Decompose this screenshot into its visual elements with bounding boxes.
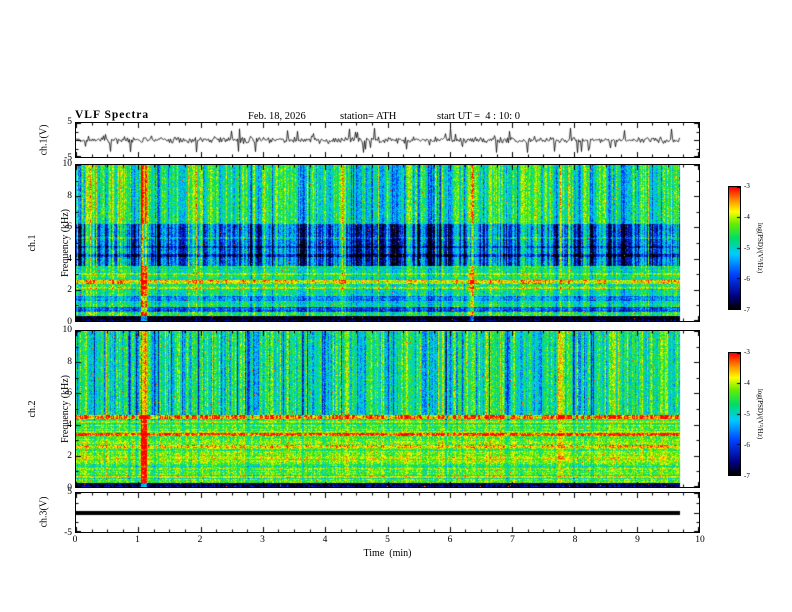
colorbar-tick-label: -7 <box>744 306 750 314</box>
colorbar-ch2-canvas <box>729 353 740 475</box>
y-tick-label: -5 <box>64 528 72 538</box>
colorbar-tick-label: -5 <box>744 244 750 252</box>
colorbar-tick-label: -7 <box>744 472 750 480</box>
colorbar-tick-label: -6 <box>744 275 750 283</box>
y-tick-label: 4 <box>67 419 72 430</box>
x-tick-label: 10 <box>695 535 705 545</box>
y-tick-label: 8 <box>67 190 72 201</box>
ch1-spec-ytick-labels: 10 8 6 4 2 0 <box>46 159 73 327</box>
ch1-waveform-panel <box>75 122 700 158</box>
ch1-waveform-canvas <box>76 123 699 157</box>
colorbar-ch2-label: log(PSD)/(V²/Hz) <box>756 388 764 440</box>
colorbar-tick-label: -4 <box>744 213 750 221</box>
figure-station: station= ATH <box>340 111 397 122</box>
ch2-spectrogram-panel <box>75 330 700 488</box>
ch2-spec-ytick-labels: 10 8 6 4 2 0 <box>46 325 73 493</box>
x-tick-label: 7 <box>510 535 515 545</box>
y-tick-label: 2 <box>67 451 72 462</box>
figure-start-ut: start UT = 4 : 10: 0 <box>437 111 521 122</box>
colorbar-tick-label: -3 <box>744 182 750 190</box>
figure-title: VLF Spectra <box>75 109 150 121</box>
x-tick-label: 0 <box>72 535 78 545</box>
x-tick-label: 6 <box>447 535 453 545</box>
colorbar-ch1-canvas <box>729 187 740 309</box>
y-tick-label: 6 <box>67 222 72 233</box>
x-tick-label: 5 <box>385 535 390 545</box>
ch3-wave-ytick-labels: 5 -5 <box>46 487 72 538</box>
ch2-axis-channel: ch.2 <box>27 400 38 418</box>
ch1-spectrogram-canvas <box>76 165 699 321</box>
x-axis-title: Time (min) <box>363 548 412 559</box>
y-tick-label: 10 <box>62 159 73 169</box>
colorbar-tick-label: -3 <box>744 348 750 356</box>
x-tick-label: 2 <box>197 535 203 545</box>
x-tick-label: 3 <box>260 535 265 545</box>
x-tick-label: 4 <box>322 535 328 545</box>
y-tick-label: 4 <box>67 253 72 264</box>
colorbar-tick-label: -4 <box>744 379 750 387</box>
ch3-waveform-panel <box>75 492 700 533</box>
ch1-axis-channel: ch.1 <box>27 234 38 252</box>
ch3-waveform-canvas <box>76 493 699 532</box>
colorbar-ch2 <box>728 352 741 476</box>
ch1-wave-ytick-labels: 5 -5 <box>46 117 72 163</box>
x-tick-label: 8 <box>572 535 578 545</box>
figure-date: Feb. 18, 2026 <box>248 111 306 122</box>
colorbar-ch1 <box>728 186 741 310</box>
y-tick-label: 10 <box>62 325 73 335</box>
colorbar-ch1-label: log(PSD)/(V²/Hz) <box>756 222 764 274</box>
x-tick-label: 9 <box>635 535 640 545</box>
colorbar-tick-label: -6 <box>744 441 750 449</box>
y-tick-label: 5 <box>67 117 72 127</box>
vlf-spectra-figure: VLF Spectra Feb. 18, 2026 station= ATH s… <box>0 0 792 612</box>
x-tick-label: 1 <box>135 535 140 545</box>
y-tick-label: 6 <box>67 388 72 399</box>
y-tick-label: 8 <box>67 356 72 367</box>
ch1-spectrogram-panel <box>75 164 700 322</box>
ch2-spectrogram-canvas <box>76 331 699 487</box>
y-tick-label: 2 <box>67 285 72 296</box>
y-tick-label: 5 <box>67 487 72 497</box>
x-tick-labels: 0 1 2 3 4 5 6 7 8 9 10 <box>72 535 705 547</box>
colorbar-tick-label: -5 <box>744 410 750 418</box>
